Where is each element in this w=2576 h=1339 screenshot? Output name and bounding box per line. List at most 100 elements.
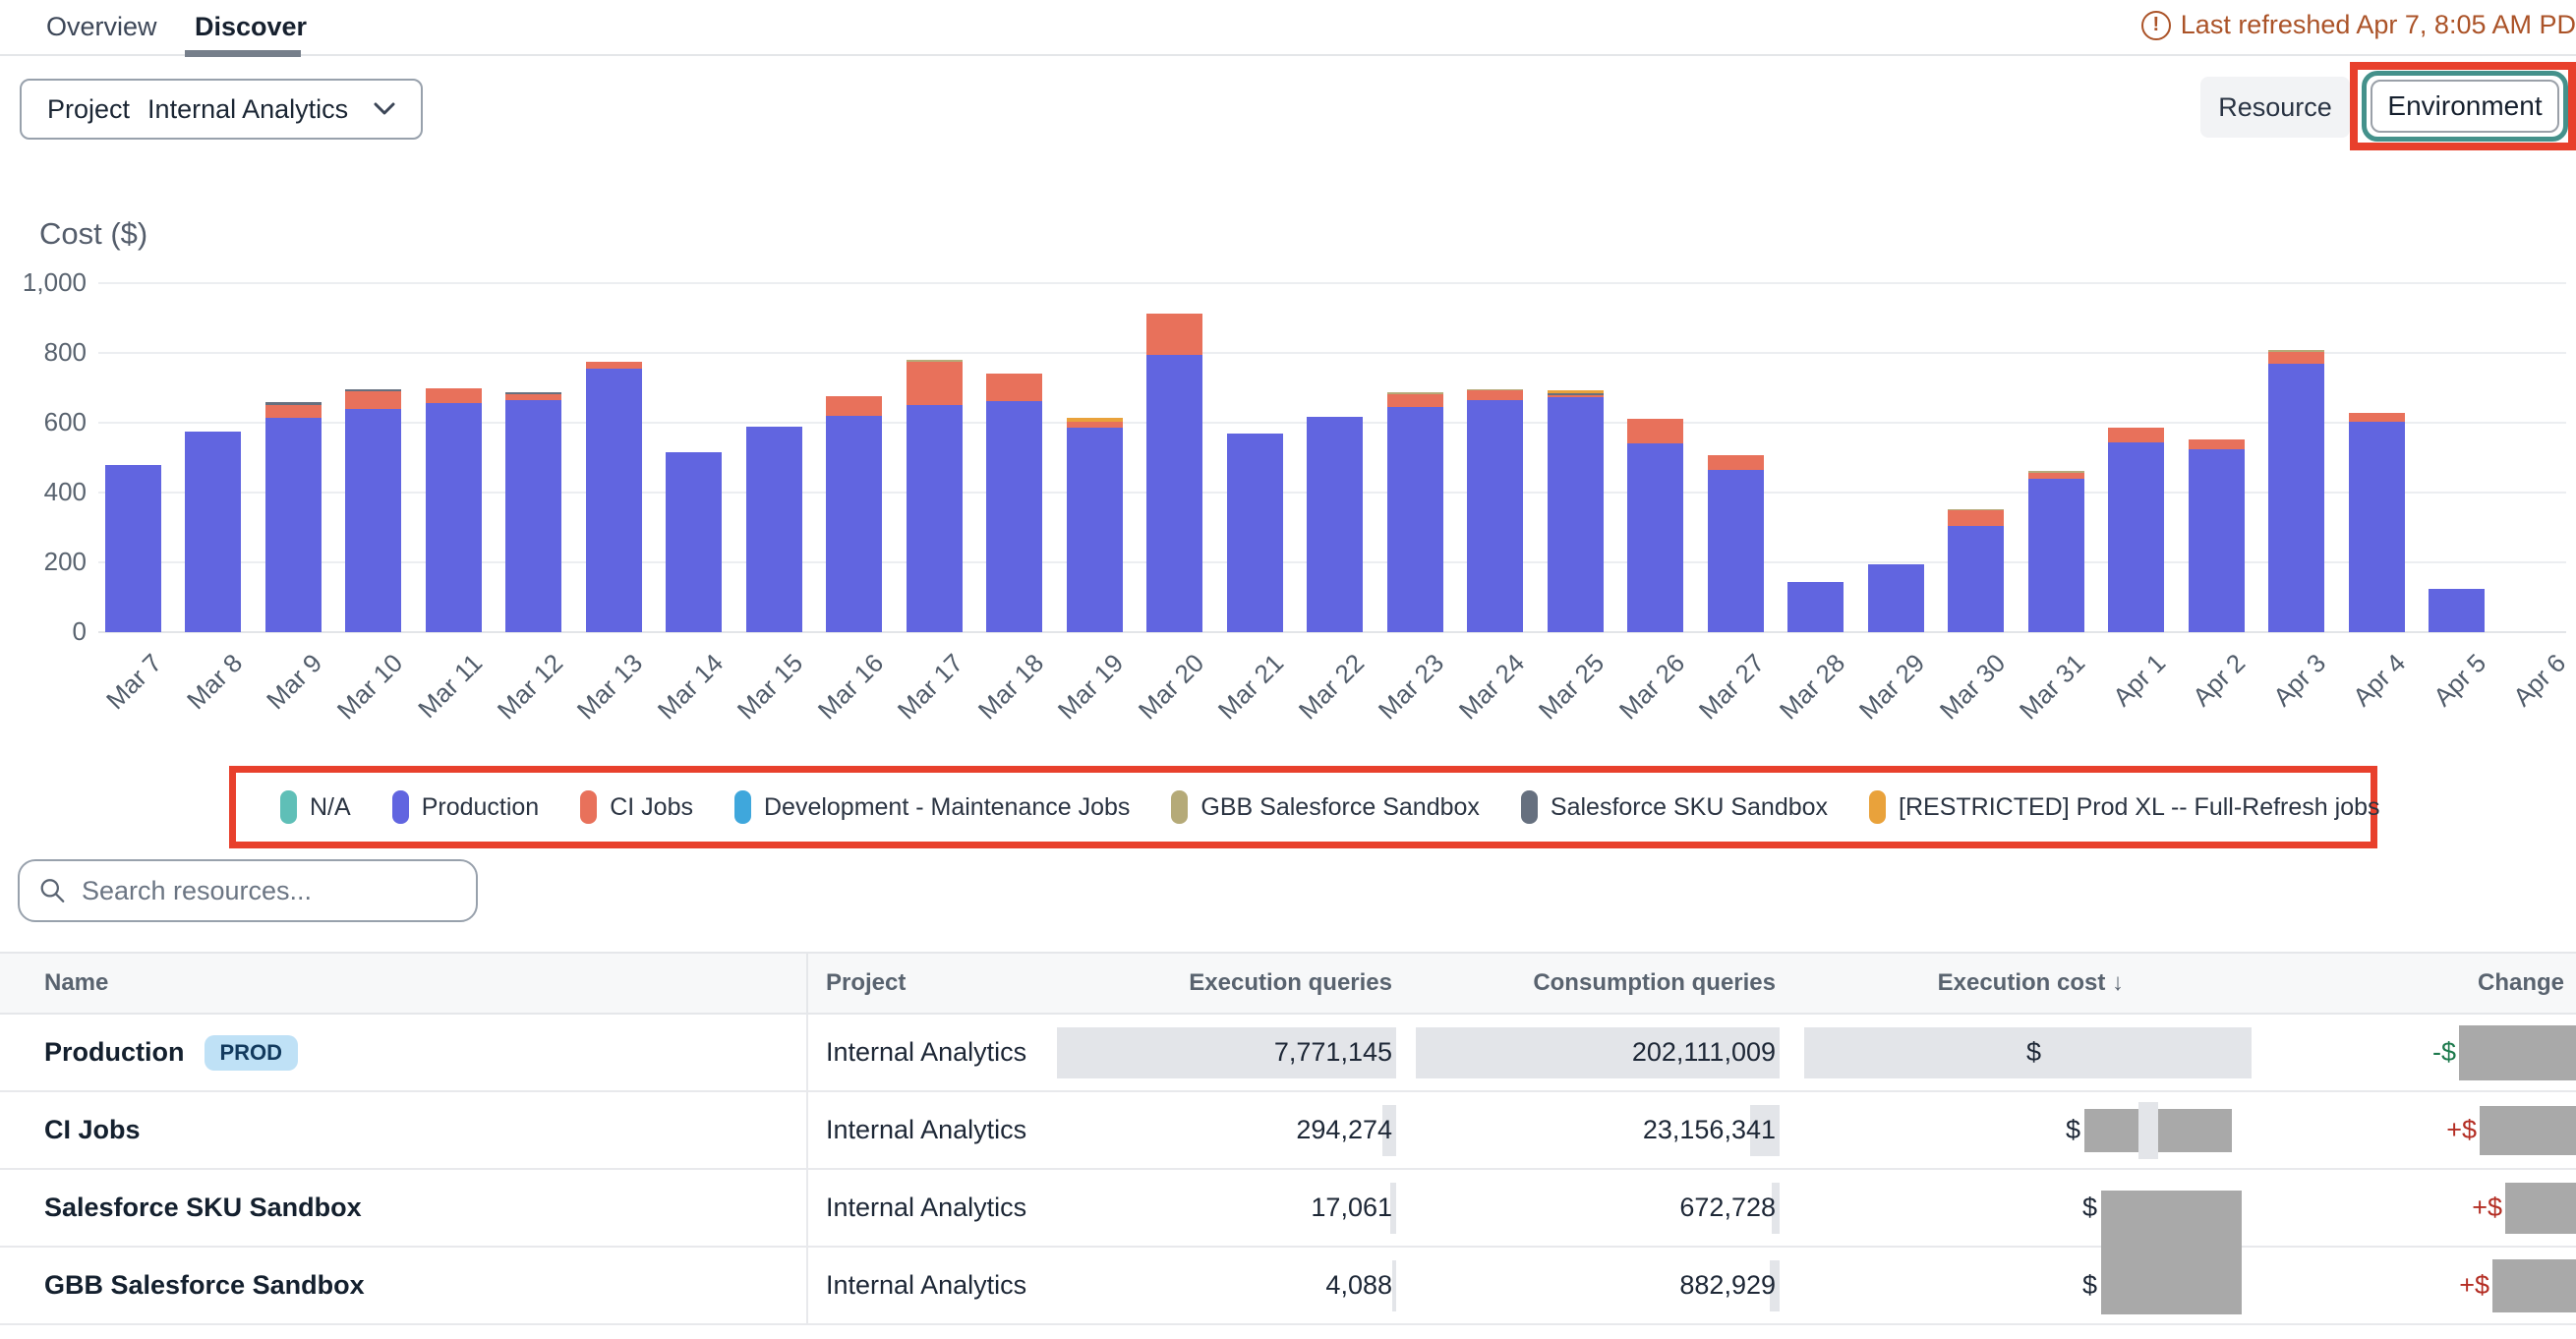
bar-segment-apr-1[interactable] bbox=[2108, 442, 2164, 632]
table-row[interactable]: Salesforce SKU SandboxInternal Analytics… bbox=[0, 1170, 2576, 1248]
bar-segment-mar-19[interactable] bbox=[1067, 428, 1123, 632]
legend-item[interactable]: Development - Maintenance Jobs bbox=[734, 790, 1130, 824]
resource-name[interactable]: CI Jobs bbox=[44, 1115, 141, 1145]
bar-segment-apr-3[interactable] bbox=[2268, 350, 2324, 351]
bar-segment-mar-9[interactable] bbox=[265, 418, 322, 632]
bar-segment-mar-27[interactable] bbox=[1708, 470, 1764, 632]
bar-segment-mar-26[interactable] bbox=[1627, 443, 1683, 632]
bar-segment-mar-7[interactable] bbox=[105, 465, 161, 632]
bar-segment-mar-9[interactable] bbox=[265, 402, 322, 405]
tab-overview[interactable]: Overview bbox=[46, 12, 157, 42]
bar-segment-mar-26[interactable] bbox=[1627, 419, 1683, 443]
bar-segment-mar-17[interactable] bbox=[907, 360, 963, 361]
change-redaction-box bbox=[2492, 1259, 2576, 1312]
search-input[interactable] bbox=[82, 876, 456, 906]
consumption-queries-cell: 202,111,009 bbox=[1396, 1015, 1780, 1090]
legend-item[interactable]: N/A bbox=[280, 790, 351, 824]
bar-segment-mar-24[interactable] bbox=[1467, 400, 1523, 632]
bar-segment-mar-21[interactable] bbox=[1227, 434, 1283, 632]
bar-segment-mar-10[interactable] bbox=[345, 391, 401, 409]
bar-segment-mar-20[interactable] bbox=[1146, 314, 1202, 355]
bar-segment-apr-4[interactable] bbox=[2349, 422, 2405, 632]
bar-segment-mar-10[interactable] bbox=[345, 389, 401, 391]
legend-item[interactable]: Salesforce SKU Sandbox bbox=[1521, 790, 1828, 824]
bar-segment-apr-5[interactable] bbox=[2429, 589, 2485, 632]
table-row[interactable]: CI JobsInternal Analytics294,27423,156,3… bbox=[0, 1092, 2576, 1170]
bar-segment-mar-13[interactable] bbox=[586, 362, 642, 369]
bar-segment-apr-3[interactable] bbox=[2268, 364, 2324, 632]
legend-item[interactable]: [RESTRICTED] Prod XL -- Full-Refresh job… bbox=[1869, 790, 2379, 824]
bar-segment-mar-28[interactable] bbox=[1787, 582, 1844, 632]
search-box[interactable] bbox=[18, 859, 478, 922]
column-header-change[interactable]: Change bbox=[2252, 969, 2576, 997]
legend-item[interactable]: CI Jobs bbox=[580, 790, 693, 824]
legend-swatch-icon bbox=[580, 790, 597, 824]
bar-segment-mar-29[interactable] bbox=[1868, 564, 1924, 632]
bar-segment-mar-13[interactable] bbox=[586, 369, 642, 632]
legend-label: N/A bbox=[310, 793, 351, 822]
bar-segment-apr-3[interactable] bbox=[2268, 352, 2324, 364]
bar-segment-mar-25[interactable] bbox=[1548, 390, 1604, 394]
bar-segment-mar-12[interactable] bbox=[505, 394, 561, 400]
bar-segment-mar-15[interactable] bbox=[746, 427, 802, 632]
x-tick-label: Mar 17 bbox=[871, 648, 969, 746]
bar-segment-apr-1[interactable] bbox=[2108, 428, 2164, 442]
column-header-consumption-queries[interactable]: Consumption queries bbox=[1396, 969, 1780, 997]
bar-segment-mar-18[interactable] bbox=[986, 401, 1042, 632]
bar-segment-mar-17[interactable] bbox=[907, 362, 963, 405]
bar-segment-mar-12[interactable] bbox=[505, 392, 561, 394]
project-filter-dropdown[interactable]: Project Internal Analytics bbox=[20, 79, 423, 140]
bar-segment-mar-30[interactable] bbox=[1948, 526, 2004, 632]
resource-name[interactable]: Salesforce SKU Sandbox bbox=[44, 1193, 362, 1223]
environment-toggle-button[interactable]: Environment bbox=[2371, 80, 2559, 133]
bar-segment-mar-30[interactable] bbox=[1948, 510, 2004, 525]
bar-segment-apr-2[interactable] bbox=[2189, 449, 2245, 632]
resource-name[interactable]: GBB Salesforce Sandbox bbox=[44, 1270, 365, 1301]
bar-segment-apr-4[interactable] bbox=[2349, 413, 2405, 422]
table-row[interactable]: ProductionPRODInternal Analytics7,771,14… bbox=[0, 1015, 2576, 1092]
bar-segment-mar-24[interactable] bbox=[1467, 390, 1523, 400]
bar-segment-mar-24[interactable] bbox=[1467, 389, 1523, 390]
bar-segment-mar-23[interactable] bbox=[1387, 407, 1443, 632]
column-header-project[interactable]: Project bbox=[806, 954, 1101, 1013]
column-header-name[interactable]: Name bbox=[0, 969, 806, 997]
value-text: 882,929 bbox=[1679, 1270, 1780, 1301]
bar-segment-mar-31[interactable] bbox=[2028, 471, 2084, 472]
bar-segment-mar-30[interactable] bbox=[1948, 509, 2004, 510]
bar-segment-mar-23[interactable] bbox=[1387, 392, 1443, 393]
x-tick-label: Mar 31 bbox=[1993, 648, 2091, 746]
resource-toggle-button[interactable]: Resource bbox=[2200, 77, 2350, 138]
bar-segment-mar-19[interactable] bbox=[1067, 418, 1123, 422]
bar-segment-mar-11[interactable] bbox=[426, 403, 482, 632]
bar-segment-apr-2[interactable] bbox=[2189, 439, 2245, 449]
bar-segment-mar-11[interactable] bbox=[426, 388, 482, 404]
bar-segment-mar-23[interactable] bbox=[1387, 394, 1443, 407]
bar-segment-mar-19[interactable] bbox=[1067, 422, 1123, 428]
bar-segment-mar-25[interactable] bbox=[1548, 397, 1604, 632]
bar-segment-mar-16[interactable] bbox=[826, 396, 882, 416]
bar-segment-mar-25[interactable] bbox=[1548, 393, 1604, 394]
bar-segment-mar-17[interactable] bbox=[907, 405, 963, 632]
bar-segment-mar-18[interactable] bbox=[986, 374, 1042, 401]
bar-segment-mar-9[interactable] bbox=[265, 405, 322, 417]
bar-segment-mar-22[interactable] bbox=[1307, 417, 1363, 632]
bar-segment-mar-20[interactable] bbox=[1146, 355, 1202, 632]
bar-segment-mar-8[interactable] bbox=[185, 432, 241, 632]
column-header-execution-cost[interactable]: Execution cost ↓ bbox=[1780, 969, 2252, 997]
y-tick-label: 200 bbox=[0, 547, 87, 577]
bar-segment-mar-14[interactable] bbox=[666, 452, 722, 632]
legend-item[interactable]: GBB Salesforce Sandbox bbox=[1171, 790, 1480, 824]
tab-discover[interactable]: Discover bbox=[195, 12, 307, 42]
last-refreshed-status: ! Last refreshed Apr 7, 8:05 AM PD bbox=[2141, 10, 2576, 40]
column-header-execution-queries[interactable]: Execution queries bbox=[1101, 969, 1396, 997]
bar-segment-mar-16[interactable] bbox=[826, 416, 882, 632]
execution-queries-cell: 7,771,145 bbox=[1101, 1015, 1396, 1090]
bar-segment-mar-27[interactable] bbox=[1708, 455, 1764, 470]
bar-segment-mar-12[interactable] bbox=[505, 400, 561, 632]
bar-segment-mar-31[interactable] bbox=[2028, 479, 2084, 632]
bar-segment-mar-25[interactable] bbox=[1548, 395, 1604, 398]
resource-name[interactable]: Production bbox=[44, 1037, 185, 1068]
legend-item[interactable]: Production bbox=[392, 790, 540, 824]
bar-segment-mar-10[interactable] bbox=[345, 409, 401, 632]
bar-segment-mar-31[interactable] bbox=[2028, 473, 2084, 479]
